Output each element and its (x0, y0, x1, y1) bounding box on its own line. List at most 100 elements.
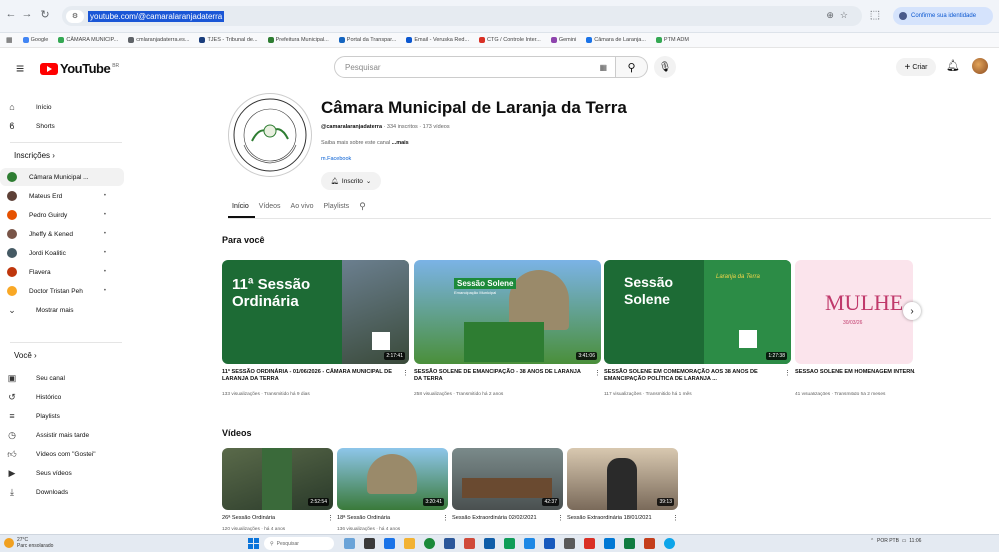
calculator-icon[interactable] (564, 538, 575, 549)
network-icon[interactable]: ▭ (902, 538, 907, 544)
excel-icon[interactable] (624, 538, 635, 549)
more-options-icon[interactable]: ⋮ (784, 369, 791, 377)
video-thumbnail[interactable]: 39:13 (567, 448, 678, 510)
store-icon[interactable] (604, 538, 615, 549)
url-text[interactable]: youtube.com/@camaralaranjadaterra (88, 10, 225, 22)
search-button[interactable]: ⚲ (616, 56, 648, 78)
sidebar-item-your-channel[interactable]: ▣ Seu canal (0, 369, 124, 387)
more-options-icon[interactable]: ⋮ (557, 514, 564, 522)
more-options-icon[interactable]: ⋮ (442, 514, 449, 522)
widgets-icon[interactable] (344, 538, 355, 549)
confirm-identity-button[interactable]: Confirme sua identidade (893, 7, 993, 25)
chrome-icon[interactable] (424, 538, 435, 549)
youtube-logo[interactable]: YouTube BR (40, 61, 119, 76)
bell-icon[interactable]: 🔔︎ (946, 59, 960, 72)
channel-avatar[interactable] (228, 93, 312, 177)
sidebar-item-history[interactable]: ↺ Histórico (0, 388, 124, 406)
bookmark-item[interactable]: Câmara de Laranja... (586, 37, 646, 43)
apps-icon[interactable]: ▦ (6, 36, 13, 44)
channel-search-icon[interactable]: ⚲ (355, 198, 372, 218)
keyboard-icon[interactable]: ▦ (599, 63, 607, 72)
create-button[interactable]: + Criar (896, 58, 936, 76)
taskbar-search[interactable]: ⚲ Pesquisar (264, 537, 334, 550)
you-heading[interactable]: Você › (14, 351, 37, 360)
site-info-icon[interactable]: ⚙ (66, 9, 84, 23)
more-options-icon[interactable]: ⋮ (594, 369, 601, 377)
video-title[interactable]: 18ª Sessão Ordinária (337, 515, 437, 522)
sidebar-subscription[interactable]: Flavera • (0, 263, 124, 281)
sidebar-item-shorts[interactable]: ϐ Shorts (0, 117, 124, 135)
sidebar-subscription[interactable]: Pedro Guirdy • (0, 206, 124, 224)
bookmark-item[interactable]: Google (22, 37, 48, 43)
bookmark-item[interactable]: Gemini (550, 37, 576, 43)
windows-start-icon[interactable] (248, 538, 259, 549)
more-options-icon[interactable]: ⋮ (402, 369, 409, 377)
teams-icon[interactable] (664, 538, 675, 549)
tab-home[interactable]: Início (228, 198, 255, 218)
video-title[interactable]: SESSÃO SOLENE DE EMANCIPAÇÃO - 38 ANOS D… (414, 369, 589, 383)
sidebar-item-watch-later[interactable]: ◷ Assistir mais tarde (0, 426, 124, 444)
videos-heading[interactable]: Vídeos (222, 428, 252, 438)
next-arrow-button[interactable]: › (903, 302, 921, 320)
word-icon[interactable] (444, 538, 455, 549)
bookmark-item[interactable]: CÂMARA MUNICIP... (58, 37, 118, 43)
file-explorer-icon[interactable] (404, 538, 415, 549)
weather-widget[interactable]: 27°C Parc ensolarado (4, 537, 53, 549)
search-input[interactable]: Pesquisar ▦ (334, 56, 616, 78)
sidebar-item-liked[interactable]: 👍︎ Vídeos com "Gostei" (0, 445, 124, 463)
video-title[interactable]: SESSÃO SOLENE EM COMEMORAÇÃO AOS 38 ANOS… (604, 369, 779, 383)
powerpoint-icon[interactable] (644, 538, 655, 549)
tab-live[interactable]: Ao vivo (287, 198, 320, 218)
video-thumbnail[interactable]: 2:52:54 (222, 448, 333, 510)
bookmark-item[interactable]: Prefeitura Municipal... (267, 37, 329, 43)
bookmark-item[interactable]: CTG / Controle Inter... (479, 37, 541, 43)
channel-about[interactable]: Saiba mais sobre este canal ...mais (321, 140, 409, 146)
tab-playlists[interactable]: Playlists (320, 198, 356, 218)
sidebar-subscription[interactable]: Mateus Erd • (0, 187, 124, 205)
menu-icon[interactable]: ≡ (16, 60, 24, 76)
video-thumbnail[interactable]: 11ª Sessão Ordinária 2:17:41 (222, 260, 409, 364)
sidebar-subscription[interactable]: ⌄ Mostrar mais (0, 301, 124, 319)
address-bar[interactable]: ⚙ youtube.com/@camaralaranjadaterra ⊕☆ (62, 6, 862, 26)
extensions-icon[interactable]: ⬚ (868, 8, 882, 21)
reload-icon[interactable]: ↻ (38, 8, 52, 21)
sidebar-subscription[interactable]: Jordi Koalitic • (0, 244, 124, 262)
gmail-icon[interactable] (584, 538, 595, 549)
pdf-icon[interactable] (464, 538, 475, 549)
video-thumbnail[interactable]: MULHE 30/03/26 (795, 260, 913, 364)
video-thumbnail[interactable]: 42:37 (452, 448, 563, 510)
sidebar-subscription[interactable]: Câmara Municipal ... (0, 168, 124, 186)
bookmark-item[interactable]: cmlaranjadaterra.es... (128, 37, 189, 43)
whatsapp-icon[interactable] (504, 538, 515, 549)
task-view-icon[interactable] (364, 538, 375, 549)
video-title[interactable]: 11ª SESSÃO ORDINÁRIA - 01/06/2026 - CÂMA… (222, 369, 397, 383)
sidebar-item-downloads[interactable]: ⤓ Downloads (0, 483, 124, 501)
more-options-icon[interactable]: ⋮ (672, 514, 679, 522)
chevron-up-icon[interactable]: ⌃ (870, 538, 874, 544)
video-title[interactable]: SESSÃO SOLENE EM HOMENAGEM INTERNACIONAL… (795, 369, 915, 376)
tab-videos[interactable]: Vídeos (255, 198, 287, 218)
sidebar-subscription[interactable]: Doctor Tristan Peh • (0, 282, 124, 300)
back-icon[interactable]: ← (4, 8, 18, 20)
sidebar-item-playlists[interactable]: ≡ Playlists (0, 407, 124, 425)
bookmark-item[interactable]: PTM ADM (655, 37, 689, 43)
forward-icon[interactable]: → (20, 8, 34, 20)
word-doc-icon[interactable] (544, 538, 555, 549)
sidebar-item-your-videos[interactable]: ▶ Seus vídeos (0, 464, 124, 482)
mic-button[interactable]: 🎙 (654, 56, 676, 78)
subscriptions-heading[interactable]: Inscrições › (14, 151, 55, 160)
edge-icon[interactable] (524, 538, 535, 549)
video-title[interactable]: Sessão Extraordinária 18/01/2021 (567, 515, 672, 522)
system-tray[interactable]: ⌃ POR PTB ▭ 11:06 (870, 538, 921, 544)
more-options-icon[interactable]: ⋮ (327, 514, 334, 522)
video-thumbnail[interactable]: Sessão Solene Laranja da Terra 1:27:38 (604, 260, 791, 364)
subscribed-button[interactable]: 🔔︎ Inscrito ⌄ (321, 172, 381, 190)
bookmark-item[interactable]: Portal da Transpar... (338, 37, 396, 43)
video-title[interactable]: Sessão Extraordinária 02/02/2021 (452, 515, 557, 522)
video-title[interactable]: 26ª Sessão Ordinária (222, 515, 322, 522)
bookmark-item[interactable]: Email - Veruska Red... (406, 37, 469, 43)
facebook-link[interactable]: m.Facebook (321, 156, 351, 162)
bookmark-item[interactable]: TJES - Tribunal de... (199, 37, 258, 43)
bookmark-star-icon[interactable]: ⊕☆ (826, 10, 854, 21)
outlook-icon[interactable] (484, 538, 495, 549)
